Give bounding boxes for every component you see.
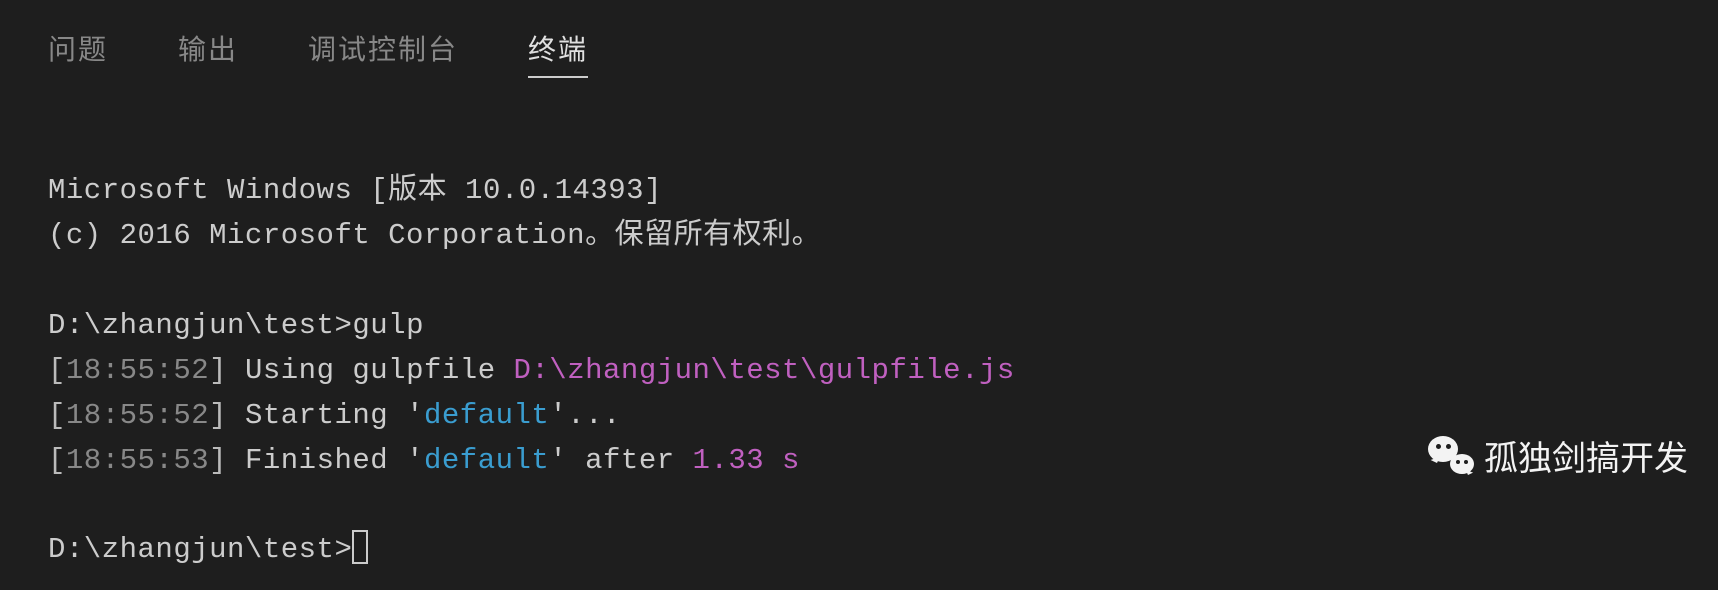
watermark-text: 孤独剑搞开发 bbox=[1484, 431, 1688, 480]
tab-output[interactable]: 输出 bbox=[178, 28, 238, 76]
terminal-prompt: D:\zhangjun\test> bbox=[48, 533, 368, 566]
tab-terminal[interactable]: 终端 bbox=[528, 28, 588, 76]
panel-tabs: 问题 输出 调试控制台 终端 bbox=[0, 0, 1718, 94]
cursor-icon bbox=[352, 530, 368, 564]
terminal-line: (c) 2016 Microsoft Corporation。保留所有权利。 bbox=[48, 219, 821, 252]
tab-debug-console[interactable]: 调试控制台 bbox=[308, 28, 458, 76]
terminal-line: Microsoft Windows [版本 10.0.14393] bbox=[48, 174, 662, 207]
terminal-line: [18:55:53] Finished 'default' after 1.33… bbox=[48, 444, 800, 477]
wechat-icon bbox=[1428, 436, 1474, 476]
watermark: 孤独剑搞开发 bbox=[1428, 431, 1688, 480]
terminal-prompt: D:\zhangjun\test>gulp bbox=[48, 309, 424, 342]
tab-problems[interactable]: 问题 bbox=[48, 28, 108, 76]
terminal-line: [18:55:52] Starting 'default'... bbox=[48, 399, 621, 432]
terminal-output[interactable]: Microsoft Windows [版本 10.0.14393] (c) 20… bbox=[0, 94, 1718, 573]
terminal-line: [18:55:52] Using gulpfile D:\zhangjun\te… bbox=[48, 354, 1015, 387]
